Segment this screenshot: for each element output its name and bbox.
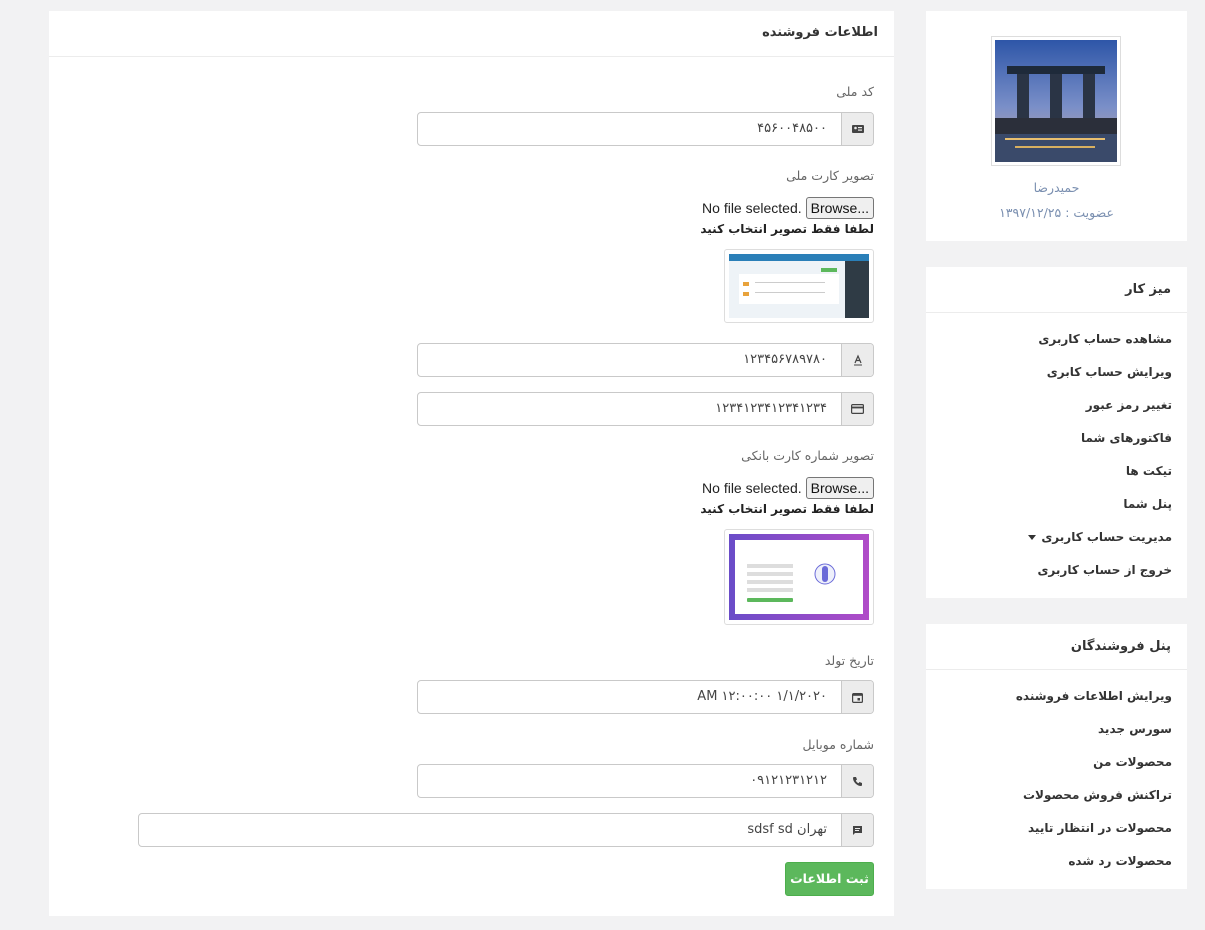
menu-logout[interactable]: خروج از حساب کاربری (926, 554, 1172, 587)
desk-menu-card: میز کار مشاهده حساب کاربری ویرایش حساب ک… (926, 267, 1187, 598)
card-number-field[interactable]: ۱۲۳۴۱۲۳۴۱۲۳۴۱۲۳۴ (417, 392, 874, 426)
bank-card-image-label: تصویر شماره کارت بانکی (741, 448, 874, 463)
national-code-label: کد ملی (836, 84, 874, 99)
bank-card-thumbnail (724, 529, 874, 625)
national-card-image-label: تصویر کارت ملی (786, 168, 874, 183)
id-card-icon (841, 113, 873, 145)
menu-invoices[interactable]: فاکتورهای شما (926, 422, 1172, 455)
menu-new-source[interactable]: سورس جدید (926, 713, 1172, 746)
menu-view-account[interactable]: مشاهده حساب کاربری (926, 323, 1172, 356)
text-format-icon (841, 344, 873, 376)
menu-tickets[interactable]: تیکت ها (926, 455, 1172, 488)
birth-date-input[interactable]: ۱/۱/۲۰۲۰ ۱۲:۰۰:۰۰ AM (418, 681, 841, 713)
bank-card-file-input[interactable]: No file selected. Browse... (702, 477, 874, 499)
mobile-field[interactable]: ۰۹۱۲۱۲۳۱۲۱۲ (417, 764, 874, 798)
birth-date-field[interactable]: ۱/۱/۲۰۲۰ ۱۲:۰۰:۰۰ AM (417, 680, 874, 714)
national-code-field[interactable]: ۴۵۶۰۰۴۸۵۰۰ (417, 112, 874, 146)
menu-account-management[interactable]: مدیریت حساب کاربری (926, 521, 1172, 554)
mobile-input[interactable]: ۰۹۱۲۱۲۳۱۲۱۲ (418, 765, 841, 797)
caret-down-icon (1028, 535, 1037, 540)
menu-edit-seller-info[interactable]: ویرایش اطلاعات فروشنده (926, 680, 1172, 713)
card-number-input[interactable]: ۱۲۳۴۱۲۳۴۱۲۳۴۱۲۳۴ (418, 393, 841, 425)
phone-icon (841, 765, 873, 797)
membership-date: عضویت : ۱۳۹۷/۱۲/۲۵ (999, 205, 1114, 220)
avatar (991, 36, 1121, 166)
menu-change-password[interactable]: تغییر رمز عبور (926, 389, 1172, 422)
birth-date-label: تاریخ تولد (824, 653, 874, 668)
address-field[interactable]: تهران sdsf sd (138, 813, 874, 847)
desk-menu-title: میز کار (926, 267, 1187, 313)
sellers-menu-title: پنل فروشندگان (926, 624, 1187, 670)
national-card-file-input[interactable]: No file selected. Browse... (702, 197, 874, 219)
submit-button[interactable]: ثبت اطلاعات (785, 862, 874, 896)
credit-card-icon (841, 393, 873, 425)
national-card-thumbnail (724, 249, 874, 323)
no-file-text: No file selected. (702, 200, 802, 216)
seller-info-card: اطلاعات فروشنده کد ملی ۴۵۶۰۰۴۸۵۰۰ تصویر … (49, 11, 894, 916)
menu-account-management-label: مدیریت حساب کاربری (1041, 530, 1172, 544)
calendar-icon (841, 681, 873, 713)
mobile-label: شماره موبایل (802, 737, 874, 752)
menu-sales-transactions[interactable]: تراکنش فروش محصولات (926, 779, 1172, 812)
menu-rejected-products[interactable]: محصولات رد شده (926, 845, 1172, 878)
menu-my-products[interactable]: محصولات من (926, 746, 1172, 779)
menu-your-panel[interactable]: پنل شما (926, 488, 1172, 521)
menu-pending-products[interactable]: محصولات در انتظار تایید (926, 812, 1172, 845)
menu-edit-account[interactable]: ویرایش حساب کابری (926, 356, 1172, 389)
seller-info-title: اطلاعات فروشنده (49, 11, 894, 57)
browse-button[interactable]: Browse... (805, 477, 874, 499)
image-hint: لطفا فقط تصویر انتخاب کنید (700, 222, 874, 236)
message-icon (841, 814, 873, 846)
image-hint: لطفا فقط تصویر انتخاب کنید (700, 502, 874, 516)
sellers-menu-card: پنل فروشندگان ویرایش اطلاعات فروشنده سور… (926, 624, 1187, 889)
national-code-input[interactable]: ۴۵۶۰۰۴۸۵۰۰ (418, 113, 841, 145)
browse-button[interactable]: Browse... (805, 197, 874, 219)
user-name-link[interactable]: حمیدرضا (926, 180, 1187, 195)
account-number-input[interactable]: ۱۲۳۴۵۶۷۸۹۷۸۰ (418, 344, 841, 376)
account-number-field[interactable]: ۱۲۳۴۵۶۷۸۹۷۸۰ (417, 343, 874, 377)
address-input[interactable]: تهران sdsf sd (139, 814, 841, 846)
no-file-text: No file selected. (702, 480, 802, 496)
profile-card: حمیدرضا عضویت : ۱۳۹۷/۱۲/۲۵ (926, 11, 1187, 241)
